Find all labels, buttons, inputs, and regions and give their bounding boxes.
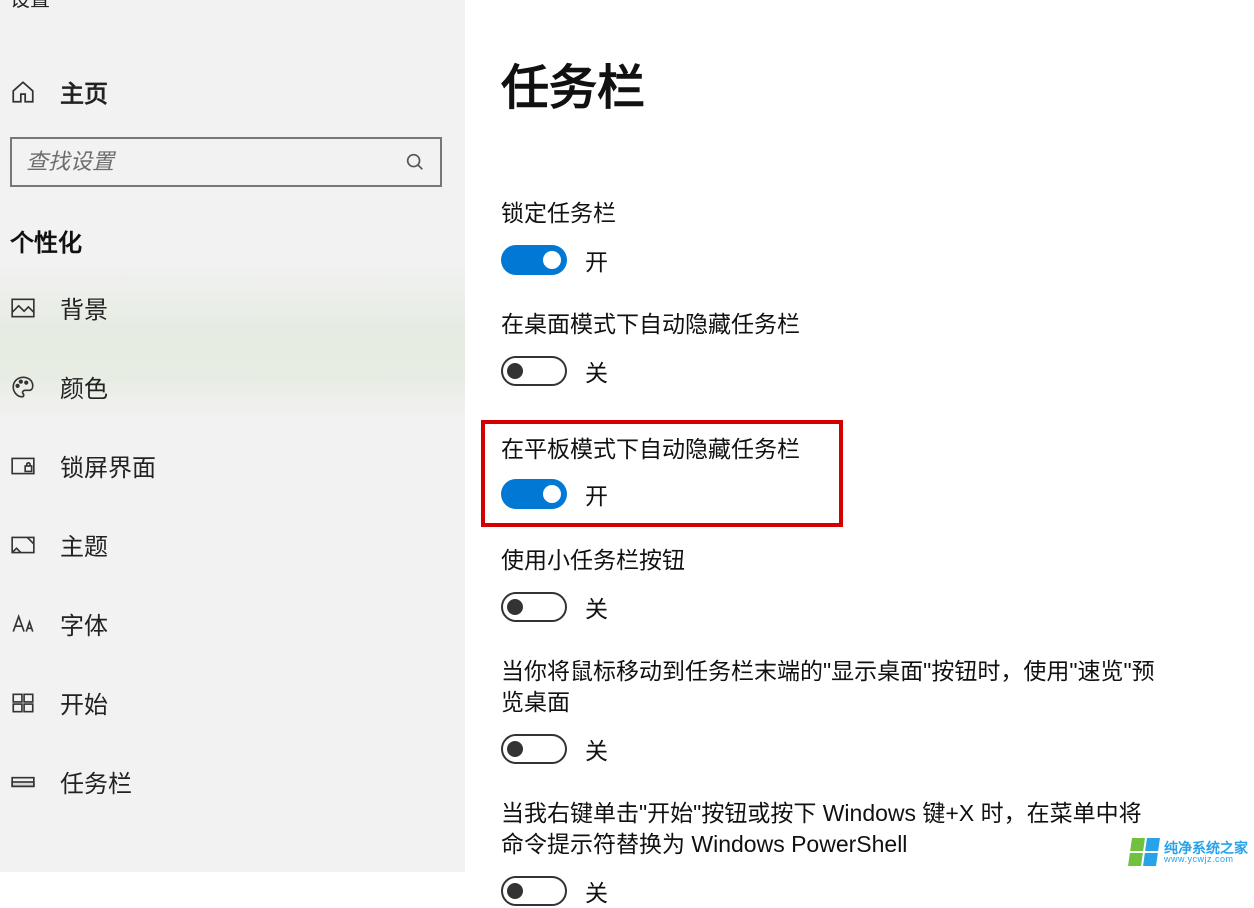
setting-label: 使用小任务栏按钮 <box>501 545 1161 576</box>
watermark-logo-icon <box>1128 838 1160 866</box>
setting-lock-taskbar: 锁定任务栏 开 <box>501 198 1218 277</box>
main-content: 任务栏 锁定任务栏 开 在桌面模式下自动隐藏任务栏 关 在平板模式下自动隐藏任务… <box>465 0 1254 872</box>
sidebar-item-label: 开始 <box>60 685 108 720</box>
lockscreen-icon <box>10 453 36 479</box>
sidebar-item-themes[interactable]: 主题 <box>0 505 465 584</box>
toggle-state-text: 关 <box>585 590 608 624</box>
sidebar-item-label: 背景 <box>60 290 108 325</box>
setting-label: 当你将鼠标移动到任务栏末端的"显示桌面"按钮时，使用"速览"预览桌面 <box>501 656 1161 718</box>
sidebar-item-fonts[interactable]: 字体 <box>0 584 465 663</box>
toggle-state-text: 关 <box>585 874 608 908</box>
sidebar-category: 个性化 <box>0 187 465 268</box>
sidebar-nav-list: 背景 颜色 锁屏界面 主题 <box>0 268 465 821</box>
search-icon <box>404 151 426 173</box>
sidebar-item-label: 颜色 <box>60 369 108 404</box>
sidebar-item-label: 任务栏 <box>60 764 132 799</box>
toggle-state-text: 开 <box>585 477 608 511</box>
toggle-autohide-tablet[interactable] <box>501 479 567 509</box>
setting-peek-preview: 当你将鼠标移动到任务栏末端的"显示桌面"按钮时，使用"速览"预览桌面 关 <box>501 656 1218 766</box>
taskbar-icon <box>10 769 36 795</box>
toggle-lock-taskbar[interactable] <box>501 245 567 275</box>
setting-powershell-replace: 当我右键单击"开始"按钮或按下 Windows 键+X 时，在菜单中将命令提示符… <box>501 798 1218 908</box>
toggle-state-text: 关 <box>585 354 608 388</box>
sidebar-item-colors[interactable]: 颜色 <box>0 347 465 426</box>
highlight-box: 在平板模式下自动隐藏任务栏 开 <box>481 420 843 527</box>
sidebar-item-background[interactable]: 背景 <box>0 268 465 347</box>
setting-autohide-desktop: 在桌面模式下自动隐藏任务栏 关 <box>501 309 1218 388</box>
sidebar-item-label: 锁屏界面 <box>60 448 156 483</box>
sidebar-item-label: 主题 <box>60 527 108 562</box>
sidebar-item-taskbar[interactable]: 任务栏 <box>0 742 465 821</box>
picture-icon <box>10 295 36 321</box>
nav-home[interactable]: 主页 <box>0 58 465 125</box>
setting-label: 在平板模式下自动隐藏任务栏 <box>501 434 823 465</box>
watermark-text-2: www.ycwjz.com <box>1164 855 1248 864</box>
toggle-powershell-replace[interactable] <box>501 876 567 906</box>
watermark-text-1: 纯净系统之家 <box>1164 841 1248 855</box>
setting-small-buttons: 使用小任务栏按钮 关 <box>501 545 1218 624</box>
setting-label: 锁定任务栏 <box>501 198 1161 229</box>
font-icon <box>10 611 36 637</box>
toggle-state-text: 关 <box>585 732 608 766</box>
toggle-small-buttons[interactable] <box>501 592 567 622</box>
page-title: 任务栏 <box>501 48 1218 118</box>
home-icon <box>10 79 36 105</box>
sidebar: 设置 主页 个性化 背景 <box>0 0 465 872</box>
toggle-peek-preview[interactable] <box>501 734 567 764</box>
search-box[interactable] <box>10 137 442 187</box>
watermark: 纯净系统之家 www.ycwjz.com <box>1130 838 1248 866</box>
start-icon <box>10 690 36 716</box>
theme-icon <box>10 532 36 558</box>
window-title-truncated: 设置 <box>0 0 465 10</box>
sidebar-item-label: 字体 <box>60 606 108 641</box>
toggle-state-text: 开 <box>585 243 608 277</box>
nav-home-label: 主页 <box>60 74 108 109</box>
palette-icon <box>10 374 36 400</box>
sidebar-item-start[interactable]: 开始 <box>0 663 465 742</box>
setting-label: 当我右键单击"开始"按钮或按下 Windows 键+X 时，在菜单中将命令提示符… <box>501 798 1161 860</box>
sidebar-item-lockscreen[interactable]: 锁屏界面 <box>0 426 465 505</box>
toggle-autohide-desktop[interactable] <box>501 356 567 386</box>
setting-label: 在桌面模式下自动隐藏任务栏 <box>501 309 1161 340</box>
search-input[interactable] <box>26 149 404 175</box>
